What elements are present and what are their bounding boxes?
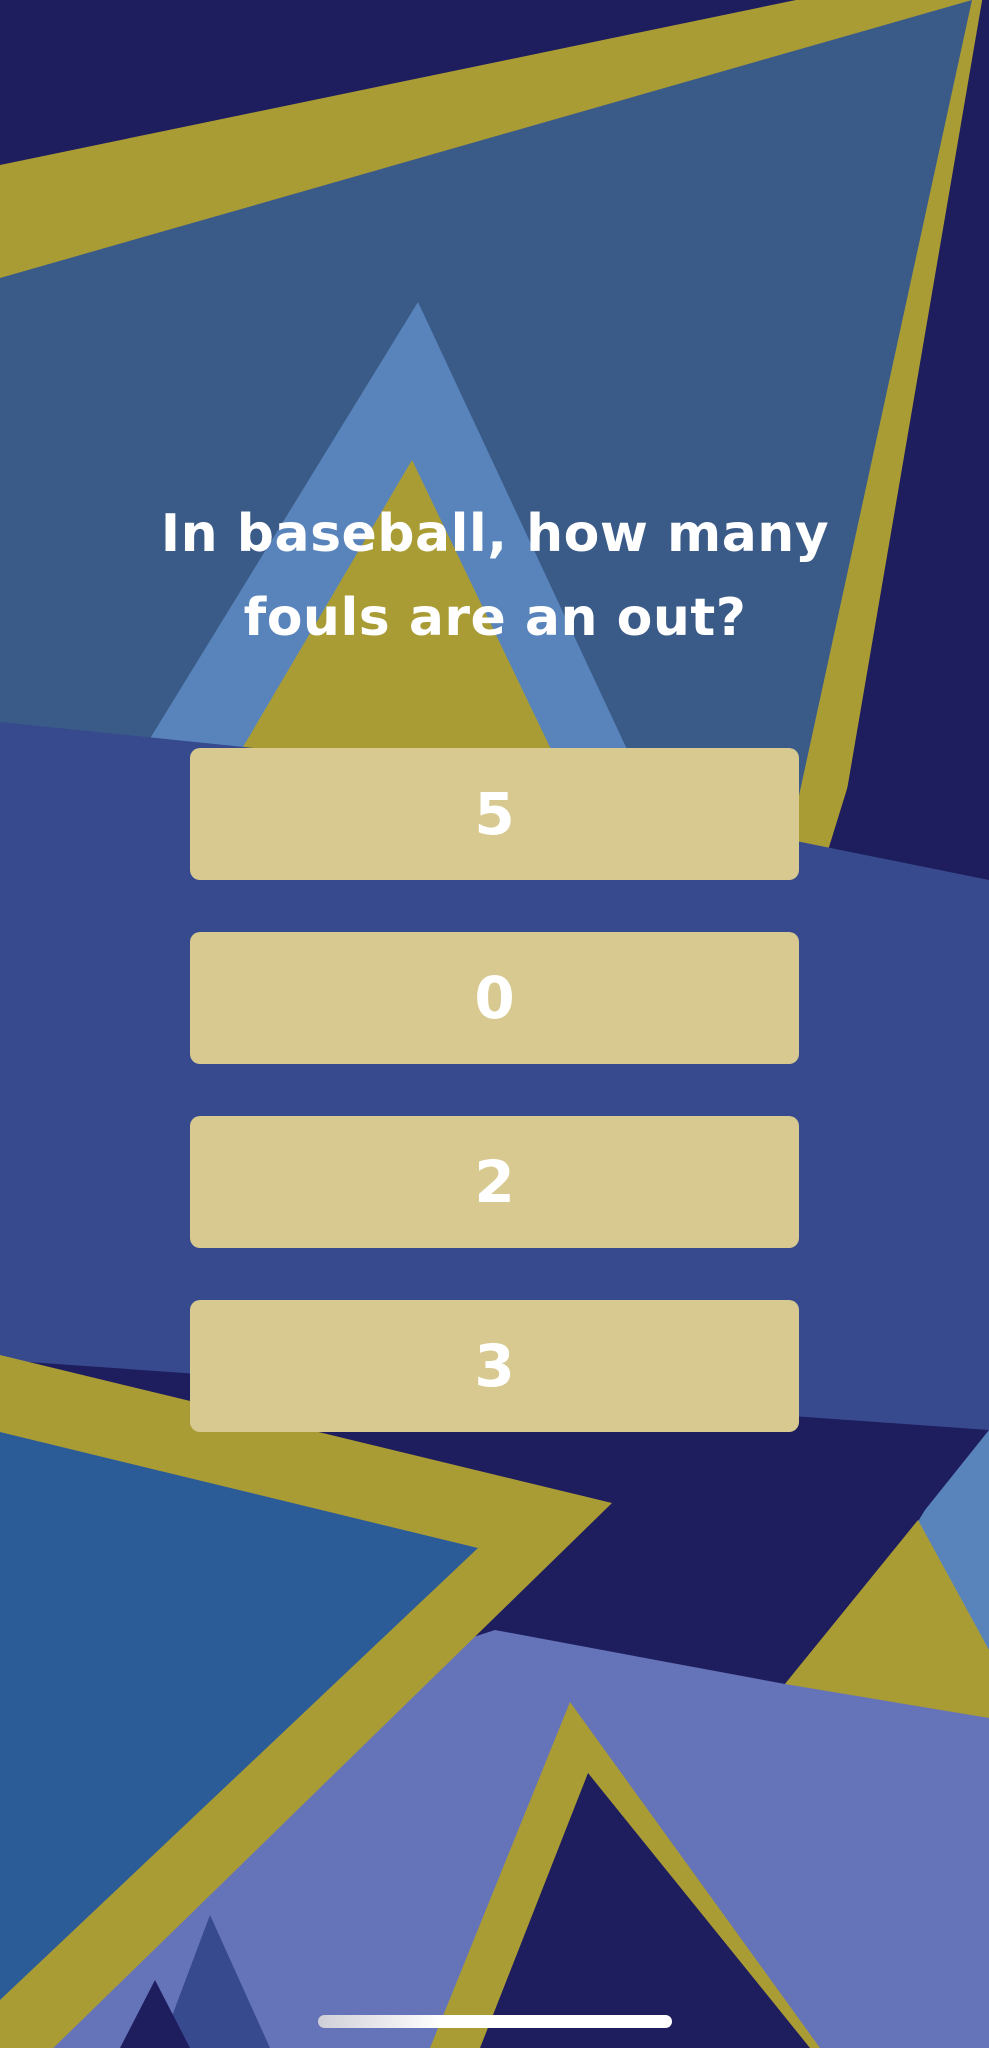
home-indicator[interactable] <box>318 2015 672 2028</box>
quiz-screen: In baseball, how many fouls are an out? … <box>0 0 989 2048</box>
answer-button-3[interactable]: 2 <box>190 1116 799 1248</box>
answer-list: 5 0 2 3 <box>190 748 799 1484</box>
answer-button-1[interactable]: 5 <box>190 748 799 880</box>
question-text: In baseball, how many fouls are an out? <box>160 504 830 648</box>
answer-button-4[interactable]: 3 <box>190 1300 799 1432</box>
answer-button-2[interactable]: 0 <box>190 932 799 1064</box>
